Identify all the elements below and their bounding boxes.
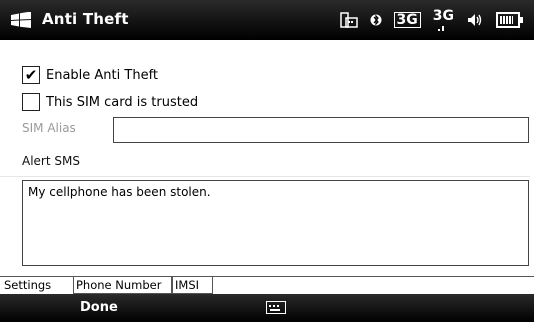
keyboard-sim-icon <box>339 12 358 28</box>
sim-alias-label: SIM Alias <box>22 121 76 135</box>
done-softkey[interactable]: Done <box>80 300 118 315</box>
title-bar: Anti Theft 3G 3G <box>0 0 534 40</box>
keyboard-icon[interactable] <box>266 301 286 314</box>
status-icons[interactable]: 3G 3G <box>339 8 523 32</box>
enable-anti-theft-option[interactable]: ✔ Enable Anti Theft <box>22 64 158 86</box>
3g-signal-icon: 3G <box>433 9 454 31</box>
tab-imsi[interactable]: IMSI <box>172 277 213 294</box>
tab-phone-number[interactable]: Phone Number <box>73 277 172 294</box>
bluetooth-icon <box>370 14 382 26</box>
enable-anti-theft-label: Enable Anti Theft <box>46 67 159 83</box>
battery-icon <box>496 12 523 28</box>
app-title: Anti Theft <box>42 10 129 28</box>
sim-alias-input[interactable] <box>113 117 529 143</box>
softkey-bar: Done <box>0 294 534 322</box>
alert-sms-label: Alert SMS <box>22 154 80 168</box>
sim-trusted-option[interactable]: This SIM card is trusted <box>22 91 198 113</box>
sim-trusted-checkbox[interactable] <box>22 93 40 111</box>
tab-settings[interactable]: Settings <box>2 277 72 294</box>
alert-sms-textarea[interactable]: My cellphone has been stolen. <box>22 180 529 266</box>
3g-signal-label: 3G <box>432 8 454 24</box>
checkmark-icon: ✔ <box>24 65 38 84</box>
enable-anti-theft-checkbox[interactable]: ✔ <box>22 66 40 84</box>
sim-trusted-label: This SIM card is trusted <box>46 94 199 110</box>
windows-logo-icon[interactable] <box>10 12 32 28</box>
settings-panel: ✔ Enable Anti Theft This SIM card is tru… <box>0 40 534 276</box>
volume-icon <box>468 14 482 26</box>
3g-data-icon: 3G <box>393 12 421 28</box>
signal-bars-icon <box>438 26 445 31</box>
tab-strip: Settings Phone Number IMSI <box>0 276 534 295</box>
divider <box>0 176 530 177</box>
